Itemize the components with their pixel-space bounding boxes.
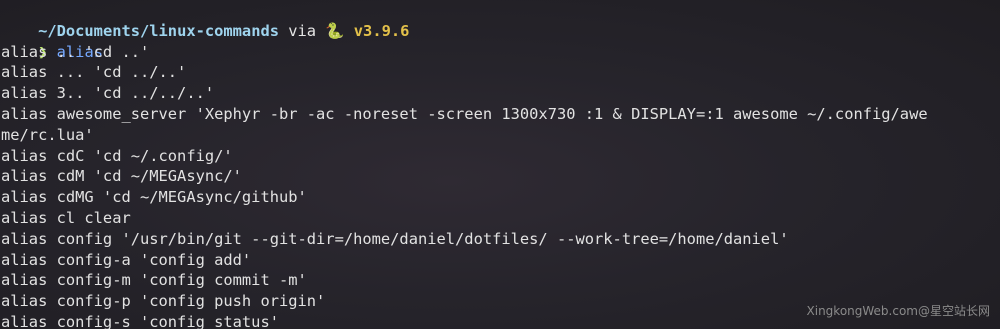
prompt-line: ~/Documents/linux-commands via 🐍 v3.9.6 <box>0 0 1000 40</box>
output-line: alias config-m 'config commit -m' <box>1 271 307 290</box>
output-line: alias cdC 'cd ~/.config/' <box>1 146 233 165</box>
output-line: alias cdMG 'cd ~/MEGAsync/github' <box>1 188 307 207</box>
prompt-path: ~/Documents/linux-commands <box>38 21 279 40</box>
output-line: alias config '/usr/bin/git --git-dir=/ho… <box>1 229 789 248</box>
output-line: alias 3.. 'cd ../../..' <box>1 84 215 103</box>
output-line: alias .. 'cd ..' <box>1 42 150 61</box>
output-line: alias awesome_server 'Xephyr -br -ac -no… <box>1 104 928 123</box>
watermark-text: XingkongWeb.com@星空站长网 <box>806 304 990 318</box>
terminal-window[interactable]: ~/Documents/linux-commands via 🐍 v3.9.6 … <box>0 0 1000 329</box>
prompt-via-text: via <box>279 21 326 40</box>
output-line: alias cl clear <box>1 208 131 227</box>
output-line: me/rc.lua' <box>1 125 94 144</box>
output-line: alias cdM 'cd ~/MEGAsync/' <box>1 167 242 186</box>
output-line: alias ... 'cd ../..' <box>1 63 187 82</box>
output-line: alias config-a 'config add' <box>1 250 252 269</box>
python-version: v3.9.6 <box>344 21 410 40</box>
python-icon: 🐍 <box>325 21 345 40</box>
